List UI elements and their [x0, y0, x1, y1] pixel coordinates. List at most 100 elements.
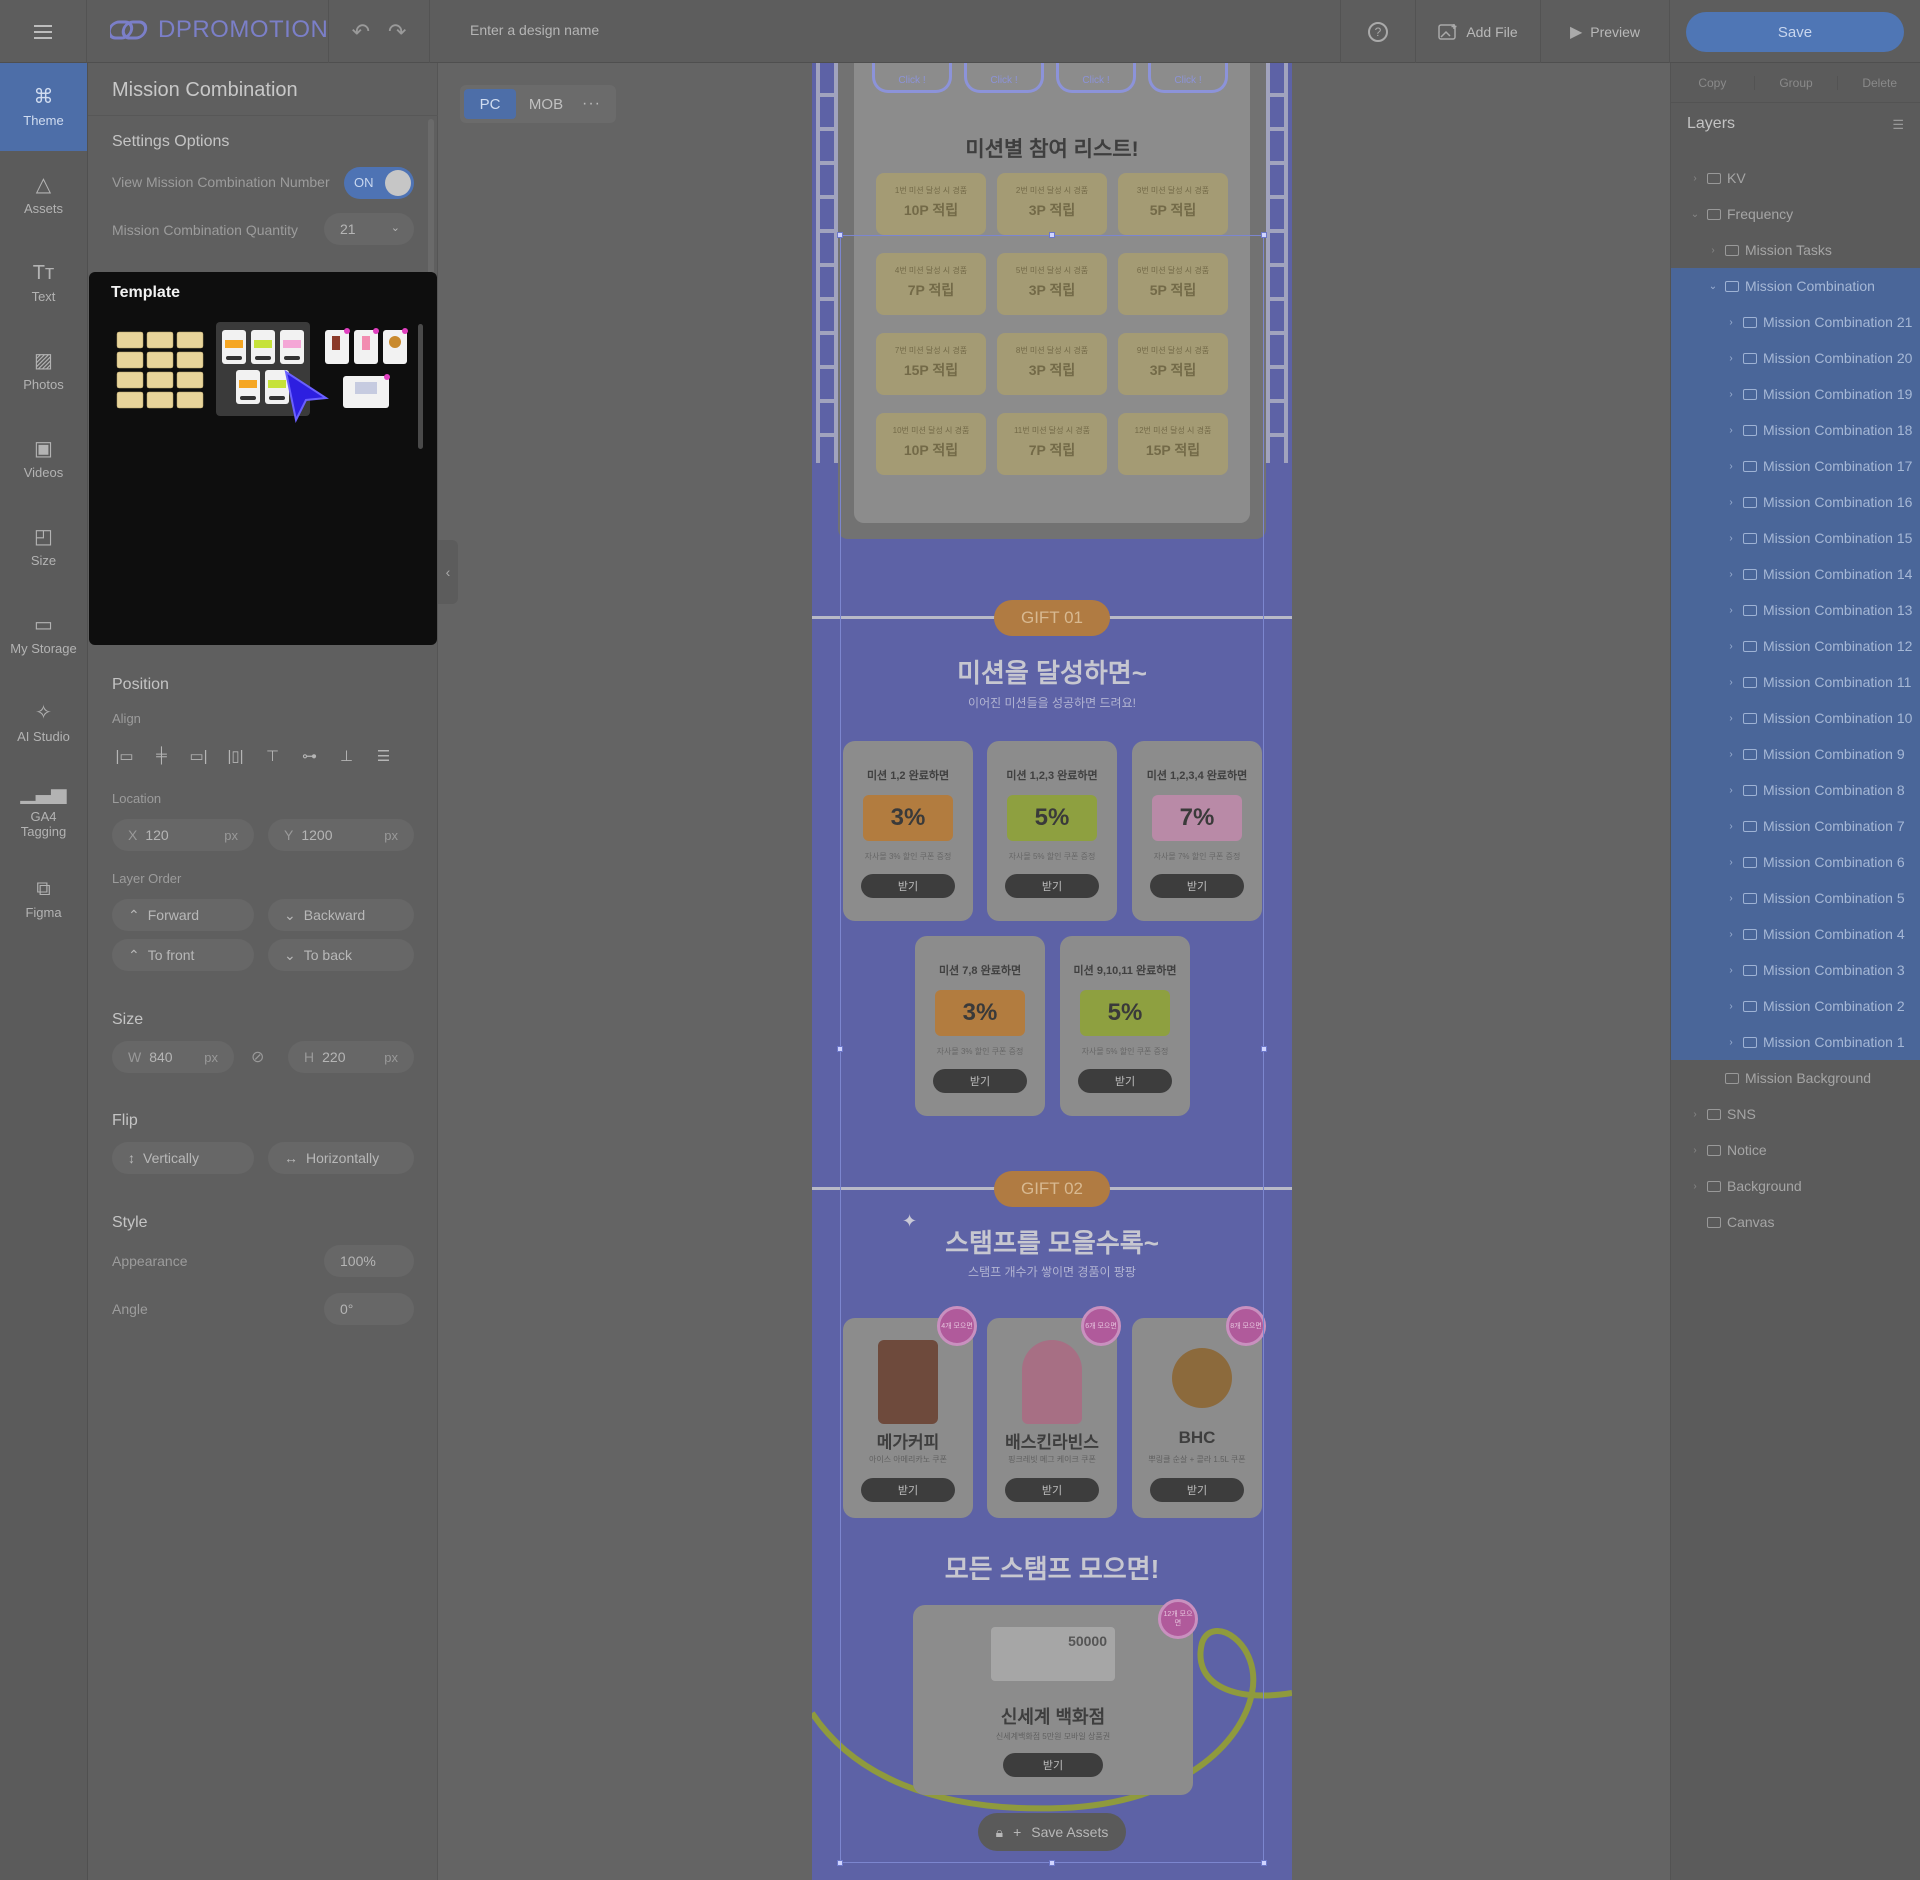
- chevron-right-icon[interactable]: ›: [1725, 533, 1737, 544]
- chevron-right-icon[interactable]: ›: [1689, 1145, 1701, 1156]
- align-center-h-icon[interactable]: ╪: [149, 743, 174, 768]
- layer-item[interactable]: › Mission Combination 7: [1671, 808, 1920, 844]
- coupon-card[interactable]: 미션 1,2,3,4 완료하면 7% 자사몰 7% 할인 쿠폰 증정 받기: [1132, 741, 1262, 921]
- redo-icon[interactable]: ↷: [388, 19, 406, 45]
- mission-cell[interactable]: 11번 미션 달성 시 경품 7P 적립: [997, 413, 1107, 475]
- mission-cell[interactable]: 12번 미션 달성 시 경품 15P 적립: [1118, 413, 1228, 475]
- mission-cell[interactable]: 5번 미션 달성 시 경품 3P 적립: [997, 253, 1107, 315]
- preview-button[interactable]: ▶ Preview: [1540, 0, 1670, 63]
- layer-item[interactable]: › Mission Combination 1: [1671, 1024, 1920, 1060]
- view-number-toggle[interactable]: ON: [344, 167, 414, 199]
- chevron-right-icon[interactable]: ›: [1725, 929, 1737, 940]
- layer-item[interactable]: › Mission Combination 2: [1671, 988, 1920, 1024]
- grand-prize-receive-button[interactable]: 받기: [1003, 1753, 1103, 1777]
- product-receive-button[interactable]: 받기: [1005, 1478, 1099, 1502]
- save-assets-button[interactable]: 🔒︎ + Save Assets: [978, 1813, 1126, 1851]
- mission-cell[interactable]: 1번 미션 달성 시 경품 10P 적립: [876, 173, 986, 235]
- layer-item[interactable]: › Mission Combination 8: [1671, 772, 1920, 808]
- rail-item-figma[interactable]: ⧉ Figma: [0, 855, 87, 943]
- chevron-right-icon[interactable]: ›: [1725, 857, 1737, 868]
- logo[interactable]: DPROMOTION: [110, 16, 328, 44]
- mission-cell[interactable]: 3번 미션 달성 시 경품 5P 적립: [1118, 173, 1228, 235]
- chevron-right-icon[interactable]: ›: [1725, 821, 1737, 832]
- coupon-receive-button[interactable]: 받기: [1150, 874, 1244, 898]
- layer-item[interactable]: › Mission Combination 9: [1671, 736, 1920, 772]
- layer-item[interactable]: › Background: [1671, 1168, 1920, 1204]
- layer-item[interactable]: › Mission Combination 19: [1671, 376, 1920, 412]
- distribute-v-icon[interactable]: ☰: [371, 743, 396, 768]
- product-receive-button[interactable]: 받기: [861, 1478, 955, 1502]
- chevron-down-icon[interactable]: ⌄: [1689, 209, 1701, 220]
- copy-button[interactable]: Copy: [1671, 75, 1755, 90]
- quantity-select[interactable]: 21 ⌄: [324, 213, 414, 245]
- layer-item[interactable]: › Mission Combination 20: [1671, 340, 1920, 376]
- chevron-right-icon[interactable]: ›: [1689, 173, 1701, 184]
- coupon-receive-button[interactable]: 받기: [1005, 874, 1099, 898]
- layer-item[interactable]: › SNS: [1671, 1096, 1920, 1132]
- coupon-receive-button[interactable]: 받기: [861, 874, 955, 898]
- layer-item[interactable]: › Mission Combination 11: [1671, 664, 1920, 700]
- to-front-button[interactable]: ⌃ To front: [112, 939, 254, 971]
- collapse-all-icon[interactable]: ☰: [1892, 117, 1904, 133]
- template-thumb-grid[interactable]: [113, 322, 207, 416]
- click-button[interactable]: Click !: [1148, 63, 1228, 93]
- coupon-receive-button[interactable]: 받기: [1078, 1069, 1172, 1093]
- layer-item[interactable]: ⌄ Mission Combination: [1671, 268, 1920, 304]
- mission-cell[interactable]: 7번 미션 달성 시 경품 15P 적립: [876, 333, 986, 395]
- chevron-right-icon[interactable]: ›: [1725, 785, 1737, 796]
- align-right-icon[interactable]: ▭|: [186, 743, 211, 768]
- mission-cell[interactable]: 4번 미션 달성 시 경품 7P 적립: [876, 253, 986, 315]
- coupon-card[interactable]: 미션 7,8 완료하면 3% 자사몰 3% 할인 쿠폰 증정 받기: [915, 936, 1045, 1116]
- chevron-right-icon[interactable]: ›: [1725, 497, 1737, 508]
- chevron-right-icon[interactable]: ›: [1689, 1181, 1701, 1192]
- coupon-receive-button[interactable]: 받기: [933, 1069, 1027, 1093]
- chevron-right-icon[interactable]: ›: [1725, 1037, 1737, 1048]
- resize-handle[interactable]: [837, 232, 843, 238]
- chevron-right-icon[interactable]: ›: [1725, 713, 1737, 724]
- rail-item-text[interactable]: Tт Text: [0, 239, 87, 327]
- mission-cell[interactable]: 10번 미션 달성 시 경품 10P 적립: [876, 413, 986, 475]
- flip-vertical-button[interactable]: ↕ Vertically: [112, 1142, 254, 1174]
- layer-item[interactable]: › Mission Combination 13: [1671, 592, 1920, 628]
- mission-cell[interactable]: 6번 미션 달성 시 경품 5P 적립: [1118, 253, 1228, 315]
- template-scrollbar[interactable]: [418, 324, 423, 449]
- rail-item-theme[interactable]: ⌘ Theme: [0, 63, 87, 151]
- chevron-right-icon[interactable]: ›: [1725, 1001, 1737, 1012]
- tab-mob[interactable]: MOB: [520, 89, 572, 119]
- rail-item-ai-studio[interactable]: ✧ AI Studio: [0, 679, 87, 767]
- rail-item-photos[interactable]: ▨ Photos: [0, 327, 87, 415]
- more-options-icon[interactable]: ···: [582, 95, 601, 113]
- coupon-card[interactable]: 미션 1,2 완료하면 3% 자사몰 3% 할인 쿠폰 증정 받기: [843, 741, 973, 921]
- chevron-right-icon[interactable]: ›: [1725, 749, 1737, 760]
- resize-handle[interactable]: [1261, 232, 1267, 238]
- artboard[interactable]: Click ! Click ! Click ! Click ! 미션별 참여 리…: [812, 63, 1292, 1880]
- tab-pc[interactable]: PC: [464, 89, 516, 119]
- angle-field[interactable]: 0°: [324, 1293, 414, 1325]
- chevron-right-icon[interactable]: ›: [1707, 245, 1719, 256]
- rail-item-videos[interactable]: ▣ Videos: [0, 415, 87, 503]
- chevron-right-icon[interactable]: ›: [1725, 641, 1737, 652]
- undo-icon[interactable]: ↶: [352, 19, 370, 45]
- coupon-card[interactable]: 미션 9,10,11 완료하면 5% 자사몰 5% 할인 쿠폰 증정 받기: [1060, 936, 1190, 1116]
- unlink-ratio-icon[interactable]: ⊘: [251, 1047, 264, 1067]
- chevron-right-icon[interactable]: ›: [1725, 317, 1737, 328]
- layer-item[interactable]: › Mission Combination 5: [1671, 880, 1920, 916]
- chevron-down-icon[interactable]: ⌄: [1707, 281, 1719, 292]
- rail-item-my-storage[interactable]: ▭ My Storage: [0, 591, 87, 679]
- click-button[interactable]: Click !: [1056, 63, 1136, 93]
- width-field[interactable]: W 840 px: [112, 1041, 234, 1073]
- layer-item[interactable]: › Mission Combination 12: [1671, 628, 1920, 664]
- grand-prize-card[interactable]: 50000 신세계 백화점 신세계백화점 5만원 모바일 상품권 받기: [913, 1605, 1193, 1795]
- chevron-right-icon[interactable]: ›: [1689, 1109, 1701, 1120]
- delete-button[interactable]: Delete: [1838, 76, 1920, 90]
- resize-handle[interactable]: [1049, 232, 1055, 238]
- resize-handle[interactable]: [1049, 1860, 1055, 1866]
- product-receive-button[interactable]: 받기: [1150, 1478, 1244, 1502]
- layer-item[interactable]: Mission Background: [1671, 1060, 1920, 1096]
- layer-item[interactable]: › KV: [1671, 160, 1920, 196]
- hamburger-menu-button[interactable]: [0, 0, 87, 63]
- resize-handle[interactable]: [1261, 1860, 1267, 1866]
- layer-item[interactable]: › Mission Combination 17: [1671, 448, 1920, 484]
- align-bottom-icon[interactable]: ⊥: [334, 743, 359, 768]
- save-button[interactable]: Save: [1686, 12, 1904, 52]
